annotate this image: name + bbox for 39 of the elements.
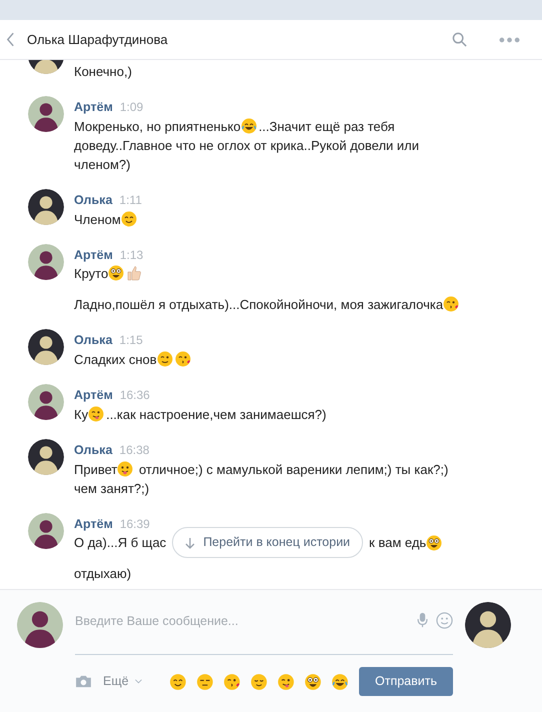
message-text: Конечно,) xyxy=(74,63,132,81)
message-text: Круто xyxy=(74,264,462,284)
message-text: Мокренько, но рпиятненько ...Значит ещё раз тебя доведу..Главное что не оглох от крика..Рукой довели или членом?) xyxy=(74,116,420,174)
author-name[interactable]: Артём xyxy=(74,98,113,117)
microphone-icon[interactable] xyxy=(417,612,428,628)
message-text: Привет отличное;) с мамулькой вареники лепим;) ты как?;) чем занят?;) xyxy=(74,460,450,498)
message-time: 16:38 xyxy=(119,442,150,459)
message-time: 16:39 xyxy=(120,516,150,532)
jump-to-end-button[interactable]: Перейти в конец истории xyxy=(172,527,364,558)
author-name[interactable]: Артём xyxy=(74,246,113,264)
message-time: 1:15 xyxy=(119,332,143,350)
more-dropdown[interactable]: Ещё xyxy=(103,672,142,691)
send-button[interactable]: Отправить xyxy=(359,667,453,696)
author-name[interactable]: Артём xyxy=(74,386,113,405)
back-icon[interactable] xyxy=(6,32,15,47)
search-icon[interactable] xyxy=(452,32,467,47)
author-name[interactable]: Олька xyxy=(74,190,112,210)
message-input[interactable]: Введите Ваше сообщение... xyxy=(75,612,409,631)
down-arrow-icon xyxy=(185,536,196,549)
message-text: Ку ...как настроение,чем занимаешся?) xyxy=(74,404,326,424)
message-field[interactable]: Введите Ваше сообщение... xyxy=(75,602,453,655)
more-icon[interactable] xyxy=(499,36,520,42)
message-text: отдыхаю) xyxy=(74,565,132,584)
author-name[interactable]: Олька xyxy=(74,440,112,460)
smiley-icon[interactable] xyxy=(436,612,453,629)
chat-title: Олька Шарафутдинова xyxy=(27,30,169,49)
caret-icon xyxy=(134,679,142,684)
message-text: Сладких снов xyxy=(74,350,193,369)
message-text: Членом xyxy=(74,210,142,228)
author-name[interactable]: Артём xyxy=(74,514,113,534)
author-name[interactable]: Олька xyxy=(74,331,112,350)
message-text: О да)...Я б щас xyxy=(74,534,166,552)
message-time: 1:13 xyxy=(120,246,144,264)
message-text: к вам едь xyxy=(369,534,426,552)
message-text: Ладно,пошёл я отдыхать)...Спокойнойночи, моя зажигалочка xyxy=(74,295,462,314)
message-time: 16:36 xyxy=(120,387,150,404)
message-time: 1:11 xyxy=(119,192,142,209)
message-time: 1:09 xyxy=(120,99,144,116)
camera-icon[interactable] xyxy=(75,675,92,688)
